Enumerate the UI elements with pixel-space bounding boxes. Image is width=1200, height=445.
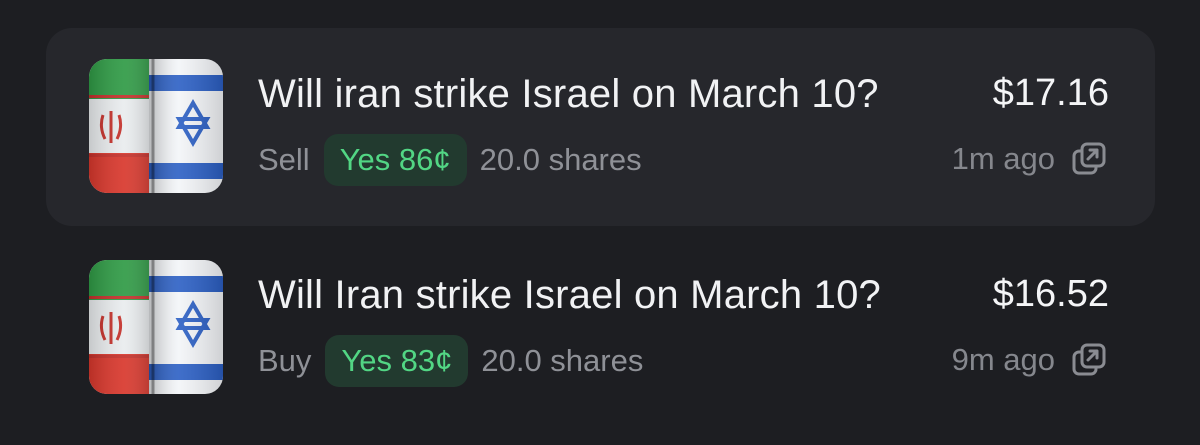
market-thumbnail[interactable]: [89, 260, 223, 394]
iran-israel-flags-image: [89, 59, 223, 193]
trade-amount: $16.52: [992, 273, 1109, 315]
trade-time: 1m ago: [951, 141, 1055, 176]
market-title[interactable]: Will Iran strike Israel on March 10?: [258, 273, 881, 318]
activity-row[interactable]: Will Iran strike Israel on March 10? Buy…: [46, 229, 1155, 427]
trade-details: Buy Yes 83¢ 20.0 shares: [258, 335, 643, 387]
market-thumbnail[interactable]: [89, 59, 223, 193]
shares-count: 20.0 shares: [479, 142, 642, 177]
outcome-badge: Yes 86¢: [323, 134, 467, 186]
outcome-badge: Yes 83¢: [325, 335, 469, 387]
trade-time-group: 1m ago: [952, 134, 1107, 184]
trade-time: 9m ago: [951, 342, 1055, 377]
external-link-icon[interactable]: [1071, 342, 1107, 378]
iran-israel-flags-image: [89, 260, 223, 394]
trade-amount: $17.16: [992, 72, 1109, 114]
trade-time-group: 9m ago: [952, 335, 1107, 385]
activity-list: Will iran strike Israel on March 10? Sel…: [0, 0, 1200, 445]
market-title[interactable]: Will iran strike Israel on March 10?: [258, 72, 879, 117]
activity-row[interactable]: Will iran strike Israel on March 10? Sel…: [46, 28, 1155, 226]
shares-count: 20.0 shares: [481, 343, 644, 378]
trade-side: Sell: [258, 142, 310, 177]
trade-details: Sell Yes 86¢ 20.0 shares: [258, 134, 642, 186]
external-link-icon[interactable]: [1071, 141, 1107, 177]
trade-side: Buy: [258, 343, 312, 378]
